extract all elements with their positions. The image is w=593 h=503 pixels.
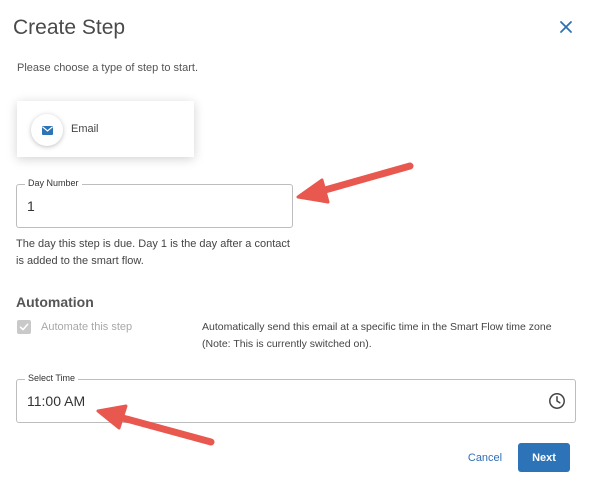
automate-step-checkbox-row: Automate this step: [17, 320, 132, 334]
automation-heading: Automation: [16, 294, 94, 310]
checkmark-icon: [19, 323, 29, 331]
step-type-label: Email: [71, 123, 99, 135]
day-number-helper-text: The day this step is due. Day 1 is the d…: [16, 238, 290, 267]
cancel-button[interactable]: Cancel: [460, 448, 510, 468]
step-type-icon-wrapper: [31, 114, 63, 146]
select-time-input[interactable]: [27, 393, 507, 409]
next-button[interactable]: Next: [518, 443, 570, 472]
day-number-field: Day Number: [16, 178, 293, 228]
select-time-field: Select Time: [16, 373, 576, 423]
close-button[interactable]: [556, 17, 576, 37]
automation-description: Automatically send this email at a speci…: [202, 321, 552, 350]
intro-text: Please choose a type of step to start.: [17, 62, 198, 74]
automate-step-label: Automate this step: [41, 321, 133, 333]
day-number-label: Day Number: [25, 178, 82, 188]
automate-step-checkbox[interactable]: [17, 320, 31, 334]
select-time-label: Select Time: [25, 373, 79, 383]
time-picker-button[interactable]: [548, 392, 566, 410]
clock-icon: [549, 393, 565, 409]
envelope-icon: [41, 125, 53, 135]
close-icon: [560, 21, 572, 33]
step-type-email-card[interactable]: Email: [17, 101, 194, 157]
dialog-title: Create Step: [13, 16, 126, 39]
day-number-input[interactable]: [27, 198, 277, 214]
